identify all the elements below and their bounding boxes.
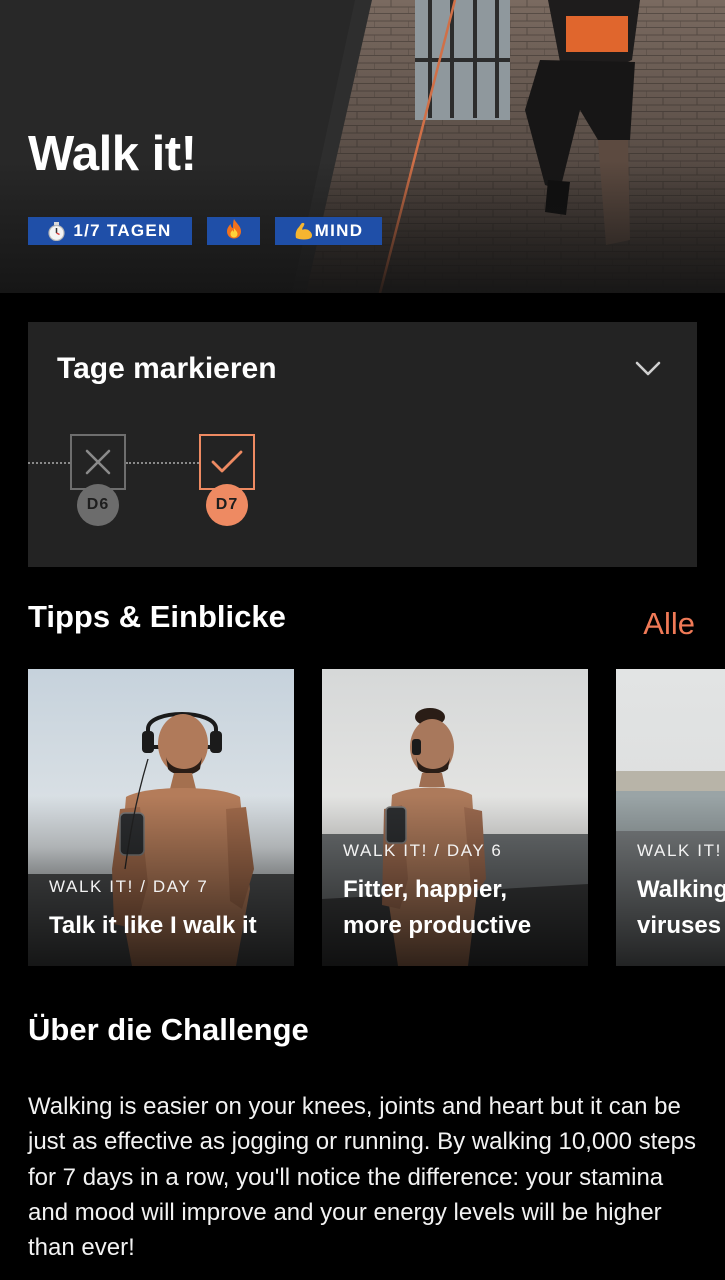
tip-card-kicker: WALK IT! / DAY 7	[49, 877, 209, 896]
mark-days-card: Tage markieren D6 D7	[28, 322, 697, 567]
days-progress-badge: 1/7 TAGEN	[28, 217, 192, 245]
day-7-checkbox[interactable]	[199, 434, 255, 490]
mark-days-title[interactable]: Tage markieren	[57, 352, 277, 386]
category-badge: MIND	[275, 217, 382, 245]
tip-card-title: Fitter, happier,	[343, 876, 508, 903]
fire-icon	[226, 218, 242, 244]
tips-carousel[interactable]: WALK IT! / DAY 7 Talk it like I walk it	[28, 669, 725, 966]
day-connector	[28, 462, 70, 464]
tip-card-title: Talk it like I walk it	[49, 912, 257, 939]
checkmark-icon	[211, 450, 243, 473]
tip-card-title: more productive	[343, 912, 532, 939]
category-label: MIND	[314, 221, 364, 240]
tip-card-title: viruses	[637, 912, 722, 939]
see-all-link[interactable]: Alle	[643, 606, 695, 642]
tips-section-title: Tipps & Einblicke	[28, 599, 286, 634]
tip-card[interactable]: WALK IT! / DAY 6 Fitter, happier, more p…	[322, 669, 588, 966]
day-7-label: D7	[206, 484, 248, 526]
tip-card-title: Walking	[637, 876, 725, 903]
challenge-hero: Walk it! 1/7 TAGEN MIND	[0, 0, 725, 293]
intensity-badge	[207, 217, 260, 245]
day-6-checkbox[interactable]	[70, 434, 126, 490]
tip-card-kicker: WALK IT!	[637, 841, 722, 860]
chevron-down-icon[interactable]	[634, 359, 662, 379]
stopwatch-icon	[48, 221, 65, 241]
badge-row: 1/7 TAGEN MIND	[28, 217, 382, 245]
tip-card[interactable]: WALK IT! Walking viruses	[616, 669, 725, 966]
cross-icon	[85, 449, 111, 475]
days-progress-label: 1/7 TAGEN	[73, 221, 172, 240]
flexed-biceps-icon	[294, 222, 314, 240]
challenge-title: Walk it!	[28, 127, 197, 181]
tip-card-kicker: WALK IT! / DAY 6	[343, 841, 503, 860]
about-description: Walking is easier on your knees, joints …	[28, 1093, 696, 1262]
tip-card[interactable]: WALK IT! / DAY 7 Talk it like I walk it	[28, 669, 294, 966]
day-6-label: D6	[77, 484, 119, 526]
about-section-title: Über die Challenge	[28, 1012, 309, 1047]
day-connector	[126, 462, 199, 464]
